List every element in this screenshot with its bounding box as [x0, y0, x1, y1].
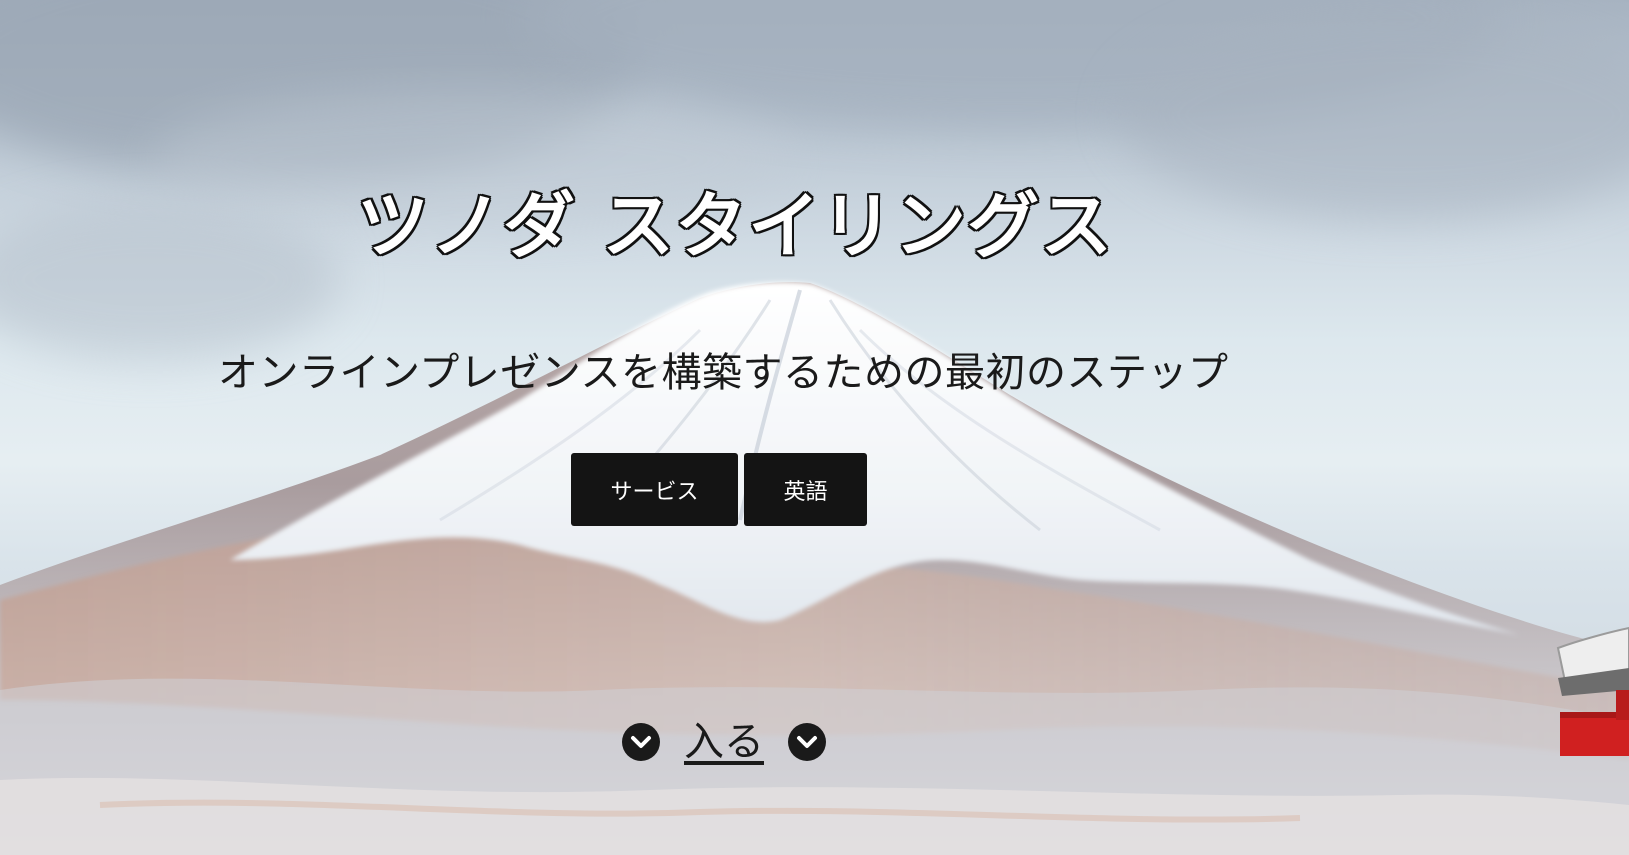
- enter-nav: 入る: [622, 722, 826, 762]
- chevron-down-circle-icon[interactable]: [622, 723, 660, 761]
- hero-section: ツノダ スタイリングス オンラインプレゼンスを構築するための最初のステップ サー…: [0, 0, 1629, 855]
- page-subtitle: オンラインプレゼンスを構築するための最初のステップ: [218, 350, 1229, 396]
- english-button[interactable]: 英語: [744, 453, 867, 526]
- services-button[interactable]: サービス: [571, 453, 738, 526]
- action-buttons: サービス 英語: [571, 453, 867, 526]
- torii-gate: [1556, 626, 1629, 756]
- chevron-down-circle-icon[interactable]: [788, 723, 826, 761]
- enter-link[interactable]: 入る: [672, 722, 776, 762]
- page-title: ツノダ スタイリングス: [357, 184, 1114, 268]
